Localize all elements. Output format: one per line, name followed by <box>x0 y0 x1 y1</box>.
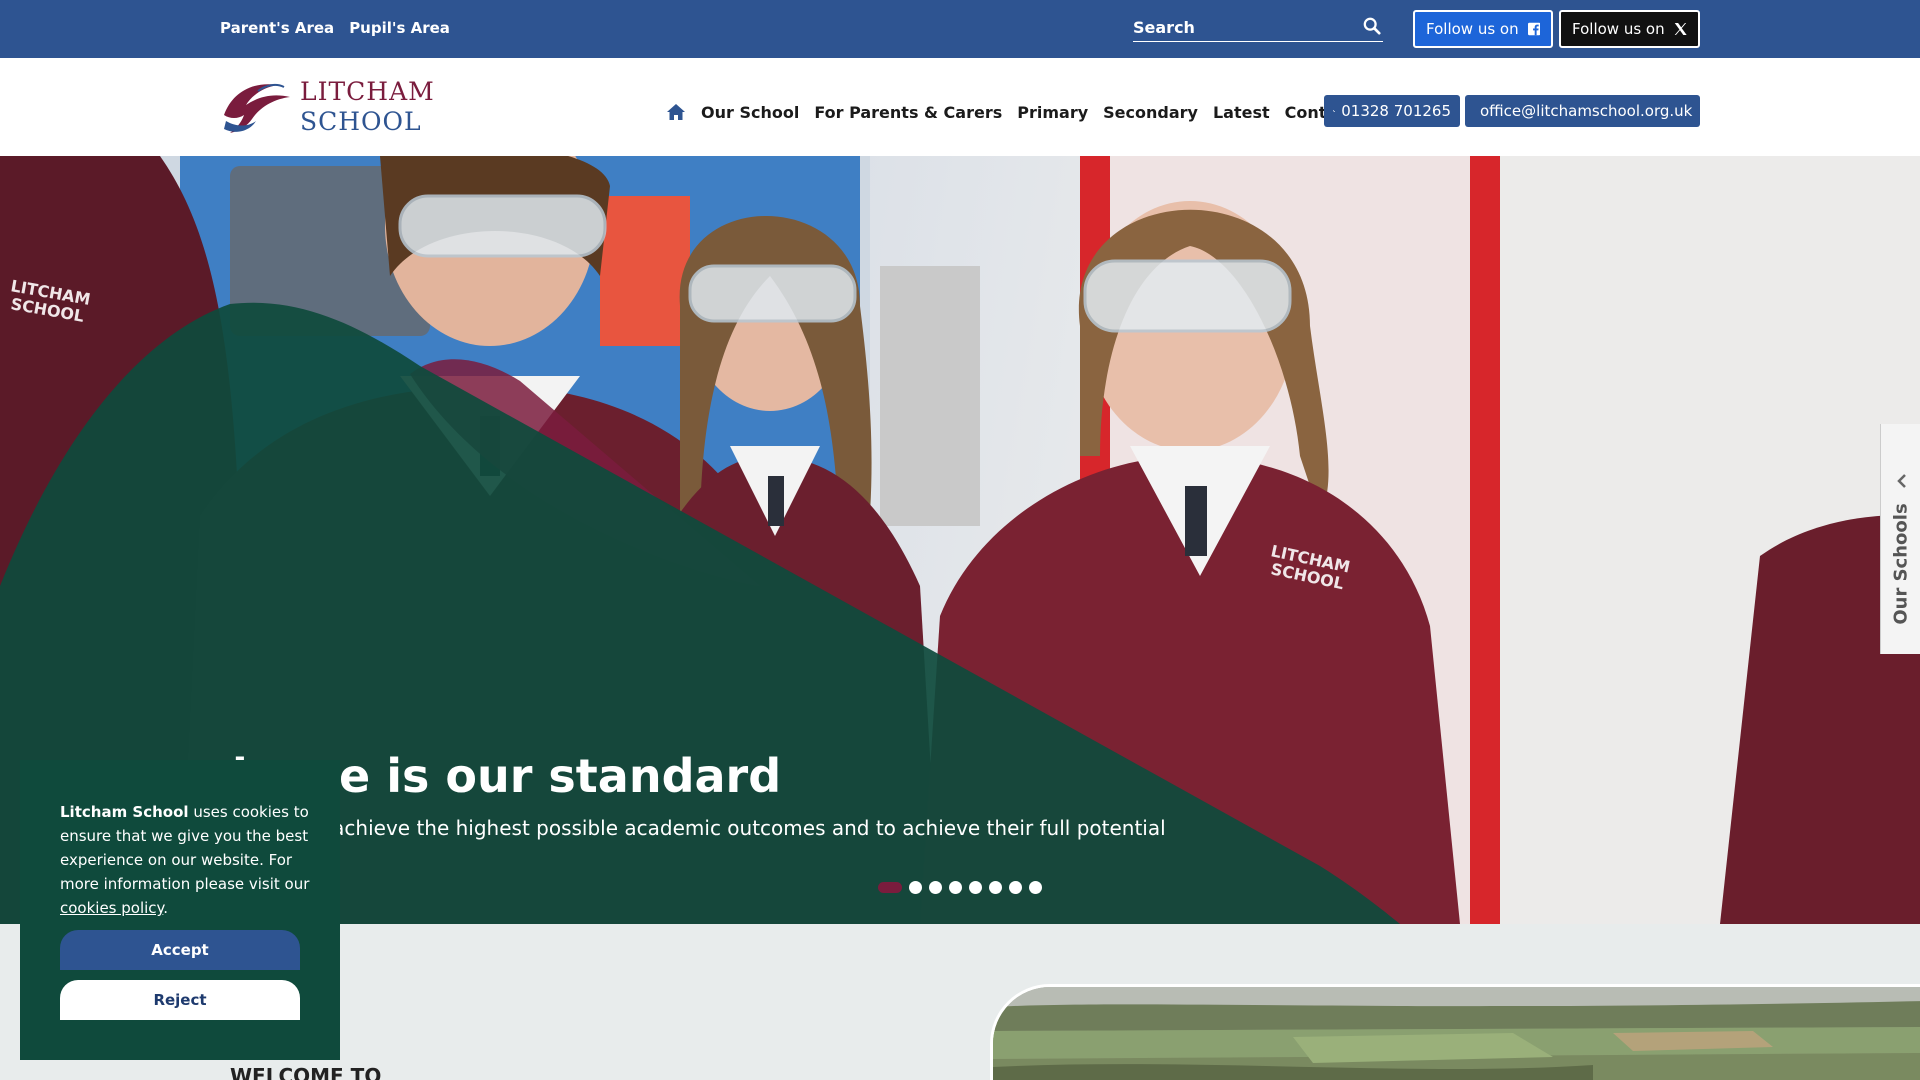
home-icon[interactable] <box>666 102 686 122</box>
nav-secondary[interactable]: Secondary <box>1103 103 1198 122</box>
follow-x-button[interactable]: Follow us on <box>1559 10 1700 48</box>
follow-facebook-button[interactable]: Follow us on <box>1413 10 1553 48</box>
aerial-village-photo <box>990 984 1920 1080</box>
nav-latest[interactable]: Latest <box>1213 103 1270 122</box>
follow-facebook-label: Follow us on <box>1426 20 1519 38</box>
follow-x-label: Follow us on <box>1572 20 1665 38</box>
facebook-icon <box>1527 22 1540 36</box>
aerial-landscape-illustration <box>993 987 1920 1080</box>
main-nav: Our School For Parents & Carers Primary … <box>666 102 1354 122</box>
cookie-message: Litcham School uses cookies to ensure th… <box>60 800 310 920</box>
top-links: Parent's Area Pupil's Area <box>220 19 450 37</box>
nav-parents-carers[interactable]: For Parents & Carers <box>814 103 1002 122</box>
slider-dot-2[interactable] <box>909 881 922 894</box>
cookies-policy-link[interactable]: cookies policy <box>60 899 163 917</box>
x-icon <box>1674 23 1687 35</box>
cookie-consent-panel: Litcham School uses cookies to ensure th… <box>20 760 340 1060</box>
pupils-area-link[interactable]: Pupil's Area <box>349 19 450 37</box>
slider-dot-5[interactable] <box>969 881 982 894</box>
slider-dots <box>878 881 1042 894</box>
slider-dot-8[interactable] <box>1029 881 1042 894</box>
slider-dot-3[interactable] <box>929 881 942 894</box>
slider-dot-7[interactable] <box>1009 881 1022 894</box>
hero-subtitle: y pupil to achieve the highest possible … <box>232 816 1166 840</box>
phone-button[interactable]: 01328 701265 <box>1324 95 1460 127</box>
nav-our-school[interactable]: Our School <box>701 103 799 122</box>
phone-number: 01328 701265 <box>1341 102 1451 120</box>
our-schools-label: Our Schools <box>1890 503 1912 625</box>
email-button[interactable]: office@litchamschool.org.uk <box>1465 95 1700 127</box>
parents-area-link[interactable]: Parent's Area <box>220 19 334 37</box>
cookie-org-name: Litcham School <box>60 803 189 821</box>
our-schools-tab[interactable]: Our Schools <box>1880 424 1920 654</box>
nav-primary[interactable]: Primary <box>1017 103 1088 122</box>
logo-text-litcham: LITCHAM <box>300 77 435 106</box>
top-bar: Parent's Area Pupil's Area Follow us on … <box>0 0 1920 58</box>
phone-icon <box>1333 110 1336 112</box>
cookie-text-end: . <box>163 899 169 917</box>
slider-dot-1[interactable] <box>878 882 902 893</box>
search-box <box>1133 14 1383 42</box>
school-logo[interactable]: LITCHAM SCHOOL <box>218 71 438 141</box>
reject-cookies-button[interactable]: Reject <box>60 980 300 1020</box>
site-header: LITCHAM SCHOOL Our School For Parents & … <box>0 58 1920 156</box>
accept-cookies-button[interactable]: Accept <box>60 930 300 970</box>
bird-logo-icon <box>224 83 290 133</box>
slider-dot-4[interactable] <box>949 881 962 894</box>
logo-text-school: SCHOOL <box>300 107 422 136</box>
slider-dot-6[interactable] <box>989 881 1002 894</box>
welcome-heading: WELCOME TO <box>230 1064 382 1080</box>
email-address: office@litchamschool.org.uk <box>1480 102 1693 120</box>
search-icon[interactable] <box>1363 17 1381 35</box>
search-input[interactable] <box>1133 14 1348 40</box>
chevron-left-icon <box>1897 474 1906 488</box>
